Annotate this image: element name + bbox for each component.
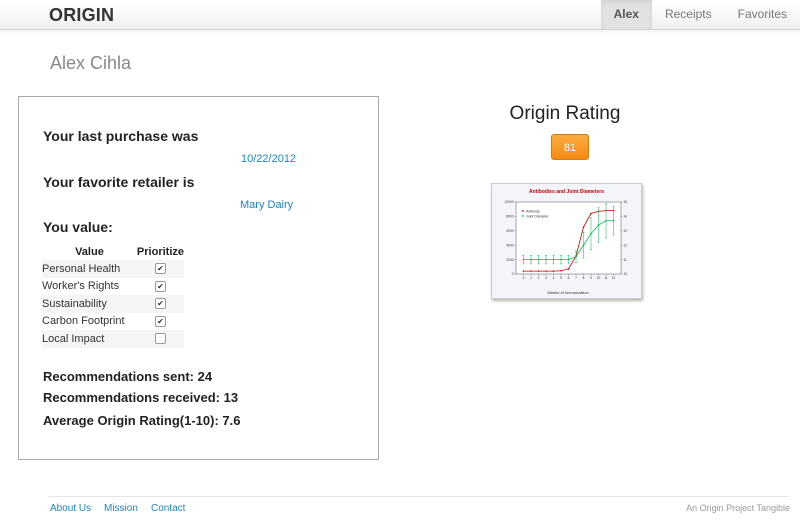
- checkbox-personal-health[interactable]: ✔: [154, 263, 166, 275]
- footer-note: An Origin Project Tangible: [686, 503, 790, 513]
- data-point: [545, 258, 547, 261]
- table-row: Carbon Footprint ✔: [42, 313, 184, 331]
- last-purchase-date-link[interactable]: 10/22/2012: [241, 153, 296, 165]
- value-label-carbon-footprint: Carbon Footprint: [42, 315, 125, 328]
- data-point: [522, 258, 525, 261]
- data-point: [605, 219, 607, 222]
- chart-svg: Antibodies and Joint Diameters 0 2000 4000…: [505, 189, 628, 295]
- navbar: ORIGIN Alex Receipts Favorites: [0, 0, 800, 30]
- y2-tick-label: 14: [624, 215, 628, 219]
- favorite-retailer-link[interactable]: Mary Dairy: [240, 199, 293, 211]
- checkbox-carbon-footprint[interactable]: ✔: [154, 315, 166, 327]
- stats-panel: Your last purchase was 10/22/2012 Your f…: [18, 96, 379, 460]
- origin-rating-badge: 81: [551, 134, 589, 160]
- y2-tick-label: 12: [624, 243, 628, 247]
- x-tick-label: 2: [538, 276, 540, 280]
- last-purchase-label: Your last purchase was: [43, 128, 199, 144]
- footer-link-about-us[interactable]: About Us: [50, 503, 91, 514]
- data-point: [552, 258, 555, 261]
- average-origin-rating: Average Origin Rating(1-10): 7.6: [43, 413, 241, 428]
- y-tick-label: 8000: [506, 215, 513, 219]
- y-tick-label: 6000: [506, 229, 513, 233]
- x-tick-label: 11: [604, 276, 608, 280]
- x-tick-label: 9: [590, 276, 592, 280]
- data-point: [537, 258, 540, 261]
- y-tick-label: 10000: [505, 200, 514, 204]
- x-tick-label: 12: [612, 276, 616, 280]
- chart-x-axis: 0 1 2 3 4 5 6 7 8 9 10 11 12: [523, 274, 616, 280]
- x-tick-label: 5: [560, 276, 562, 280]
- data-point: [537, 270, 540, 272]
- footer-divider: [49, 496, 789, 497]
- value-label-personal-health: Personal Health: [42, 260, 137, 278]
- values-table: Value Prioritize Personal Health ✔ Worke…: [42, 243, 184, 348]
- data-point: [582, 226, 585, 228]
- y2-tick-label: 11: [624, 258, 628, 262]
- data-point: [575, 255, 577, 258]
- data-point: [560, 258, 562, 261]
- rating-chart-image: Antibodies and Joint Diameters 0 2000 4000…: [491, 183, 642, 299]
- value-label-local-impact: Local Impact: [42, 330, 137, 348]
- x-tick-label: 6: [568, 276, 570, 280]
- x-tick-label: 10: [597, 276, 601, 280]
- checkbox-workers-rights[interactable]: ✔: [154, 280, 166, 292]
- checkbox-local-impact[interactable]: [154, 333, 166, 345]
- recommendations-received: Recommendations received: 13: [43, 390, 239, 405]
- data-point: [567, 268, 570, 270]
- values-heading: You value:: [43, 219, 113, 235]
- profile-name: Alex Cihla: [50, 53, 132, 73]
- value-label-workers-rights: Worker's Rights: [42, 280, 120, 293]
- y-tick-label: 0: [512, 272, 514, 276]
- x-tick-label: 7: [575, 276, 577, 280]
- values-table-header-value: Value: [75, 245, 104, 258]
- data-point: [567, 258, 570, 261]
- table-row: Worker's Rights ✔: [42, 278, 184, 296]
- table-row: Sustainability ✔: [42, 295, 184, 313]
- data-point: [530, 270, 532, 272]
- table-row: Local Impact: [42, 330, 184, 348]
- chart-y-axis: 0 2000 4000 6000 8000 10000: [505, 200, 516, 276]
- x-tick-label: 3: [545, 276, 547, 280]
- data-point: [597, 224, 600, 226]
- nav-item-alex[interactable]: Alex: [600, 0, 652, 29]
- data-point: [560, 269, 562, 272]
- origin-rating-title: Origin Rating: [509, 103, 621, 124]
- legend-label-antibody: Antibody: [526, 210, 540, 214]
- x-tick-label: 4: [553, 276, 555, 280]
- data-point: [590, 232, 592, 235]
- x-tick-label: 0: [523, 276, 525, 280]
- legend-label-joint-diameter: Joint Diameter: [526, 215, 549, 219]
- nav-menu: Alex Receipts Favorites: [600, 0, 800, 29]
- y-tick-label: 2000: [506, 258, 513, 262]
- data-point: [530, 258, 532, 261]
- checkbox-sustainability[interactable]: ✔: [154, 298, 166, 310]
- recommendations-sent: Recommendations sent: 24: [43, 369, 213, 384]
- chart-y2-axis: 10 11 12 13 14 15: [621, 200, 627, 276]
- footer-link-contact[interactable]: Contact: [151, 503, 185, 514]
- data-point: [552, 270, 555, 272]
- data-point: [522, 270, 525, 272]
- chart-x-label: Weeks of Immunization: [547, 290, 589, 295]
- legend-marker-antibody: [522, 210, 524, 212]
- data-point: [545, 270, 547, 272]
- favorite-retailer-label: Your favorite retailer is: [43, 174, 195, 190]
- y-tick-label: 4000: [506, 243, 513, 247]
- y2-tick-label: 10: [624, 272, 628, 276]
- value-label-sustainability: Sustainability: [42, 295, 137, 313]
- nav-item-receipts[interactable]: Receipts: [652, 0, 725, 29]
- brand-logo[interactable]: ORIGIN: [49, 5, 114, 26]
- data-point: [582, 244, 585, 246]
- data-point: [612, 219, 615, 222]
- chart-title: Antibodies and Joint Diameters: [529, 189, 604, 195]
- y2-tick-label: 15: [624, 200, 628, 204]
- x-tick-label: 1: [530, 276, 532, 280]
- y2-tick-label: 13: [624, 229, 628, 233]
- data-point: [590, 212, 592, 215]
- x-tick-label: 8: [583, 276, 585, 280]
- nav-item-favorites[interactable]: Favorites: [725, 0, 800, 29]
- footer-link-mission[interactable]: Mission: [104, 503, 138, 514]
- values-table-header-prioritize: Prioritize: [136, 245, 184, 258]
- legend-marker-joint-diameter: [522, 215, 524, 217]
- table-row: Personal Health ✔: [42, 260, 184, 278]
